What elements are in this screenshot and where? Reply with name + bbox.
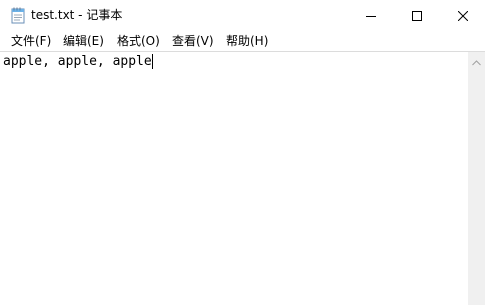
menu-view[interactable]: 查看(V): [171, 33, 215, 49]
menu-edit[interactable]: 编辑(E): [62, 33, 105, 49]
chevron-up-icon: [472, 51, 481, 70]
vertical-scrollbar[interactable]: [468, 51, 485, 305]
editor-content: apple, apple, apple: [3, 54, 152, 69]
close-button[interactable]: [440, 0, 485, 31]
window-title: test.txt - 记事本: [31, 8, 123, 22]
close-icon: [457, 6, 469, 25]
maximize-button[interactable]: [394, 0, 440, 31]
text-caret: [151, 54, 153, 69]
maximize-icon: [412, 6, 422, 25]
notepad-icon: [11, 7, 25, 24]
notepad-window: test.txt - 记事本 文件(F) 编辑(E) 格式(O) 查看(V) 帮…: [0, 0, 485, 305]
title-bar[interactable]: test.txt - 记事本: [0, 0, 485, 31]
editor-line[interactable]: apple, apple, apple: [3, 54, 153, 69]
minimize-button[interactable]: [348, 0, 394, 31]
menu-format[interactable]: 格式(O): [116, 33, 161, 49]
scroll-up-button[interactable]: [468, 52, 485, 69]
minimize-icon: [366, 6, 376, 25]
menu-help[interactable]: 帮助(H): [225, 33, 269, 49]
text-editor[interactable]: apple, apple, apple: [0, 51, 468, 305]
menu-bar: 文件(F) 编辑(E) 格式(O) 查看(V) 帮助(H): [0, 31, 485, 51]
menu-file[interactable]: 文件(F): [10, 33, 52, 49]
